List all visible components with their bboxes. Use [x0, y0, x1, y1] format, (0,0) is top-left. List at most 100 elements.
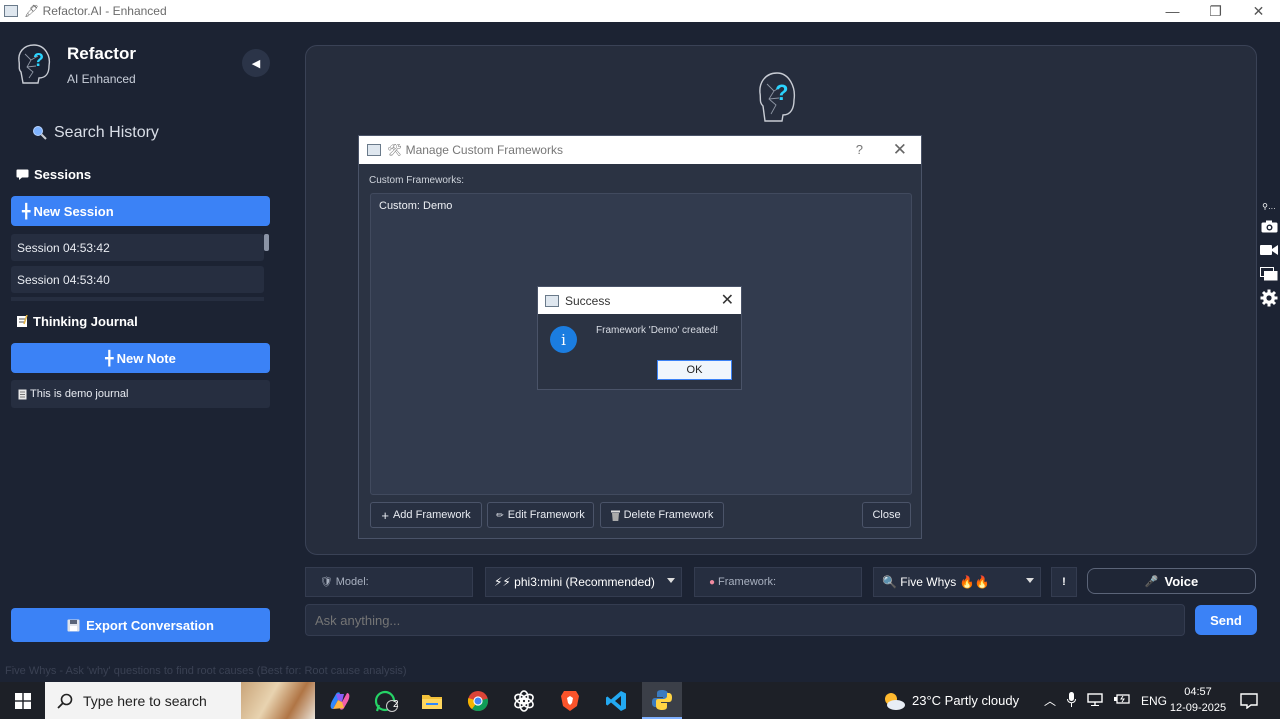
- send-button[interactable]: Send: [1195, 605, 1257, 635]
- chevron-up-icon[interactable]: ︿: [1044, 692, 1056, 709]
- plus-icon: +: [381, 507, 389, 523]
- app-window-icon: [545, 294, 559, 307]
- framework-info-button[interactable]: !: [1051, 567, 1077, 597]
- windows-icon: [14, 692, 31, 709]
- voice-button[interactable]: 🎤 Voice: [1087, 568, 1256, 594]
- delete-framework-button[interactable]: Delete Framework: [600, 502, 724, 528]
- sidebar: ? Refactor AI Enhanced ◀ Search History …: [0, 22, 290, 662]
- start-button[interactable]: [0, 682, 45, 719]
- new-session-button[interactable]: ╋ New Session: [11, 196, 270, 226]
- minimize-button[interactable]: —: [1151, 0, 1194, 22]
- close-dialog-button[interactable]: Close: [862, 502, 911, 528]
- camera-icon[interactable]: [1260, 218, 1278, 234]
- brain-head-icon: ?: [759, 72, 796, 122]
- ok-button[interactable]: OK: [657, 360, 732, 380]
- framework-description: Five Whys - Ask 'why' questions to find …: [5, 665, 407, 677]
- export-label: Export Conversation: [86, 617, 214, 633]
- session-list-overflow: [11, 297, 264, 301]
- message-box-title: Success: [565, 293, 611, 308]
- file-explorer-icon[interactable]: [412, 682, 452, 719]
- weather-text: 23°C Partly cloudy: [912, 693, 1020, 708]
- model-label-box: 🛡 Model:: [305, 567, 473, 597]
- model-label: Model:: [335, 576, 369, 588]
- voice-label: Voice: [1164, 573, 1199, 589]
- session-item[interactable]: Session 04:53:42: [11, 234, 264, 261]
- brain-head-icon: ?: [18, 44, 51, 84]
- search-icon: [57, 693, 73, 709]
- edit-framework-button[interactable]: ✏ Edit Framework: [487, 502, 594, 528]
- clock[interactable]: 04:57 12-09-2025: [1168, 684, 1228, 716]
- maximize-button[interactable]: ❐: [1194, 0, 1237, 22]
- notebook-icon: [17, 315, 28, 327]
- close-window-button[interactable]: ✕: [1237, 0, 1280, 22]
- document-icon: [18, 389, 27, 399]
- session-item[interactable]: Session 04:53:40: [11, 266, 264, 293]
- search-history-label: Search History: [54, 124, 159, 141]
- sessions-scrollbar[interactable]: [264, 234, 269, 251]
- app-window-icon: [4, 5, 18, 17]
- system-tray: ︿ ENG: [1044, 682, 1167, 719]
- brand-subtitle: AI Enhanced: [67, 72, 136, 86]
- help-button[interactable]: ?: [856, 142, 863, 157]
- chrome-icon[interactable]: [458, 682, 498, 719]
- chatgpt-icon[interactable]: [504, 682, 544, 719]
- new-session-label: New Session: [33, 203, 114, 219]
- trash-icon: [610, 510, 620, 521]
- export-conversation-button[interactable]: Export Conversation: [11, 608, 270, 642]
- layers-icon[interactable]: [1260, 266, 1278, 282]
- window-title: 🖋 Refactor.AI - Enhanced: [24, 4, 167, 18]
- window-controls: — ❐ ✕: [1151, 0, 1280, 22]
- info-icon: i: [550, 326, 577, 353]
- model-select[interactable]: ⚡⚡ phi3:mini (Recommended): [485, 567, 682, 597]
- video-icon[interactable]: [1260, 242, 1278, 258]
- framework-label-box: ● Framework:: [694, 567, 862, 597]
- custom-frameworks-label: Custom Frameworks:: [369, 175, 465, 186]
- weather-widget[interactable]: 23°C Partly cloudy: [882, 682, 1019, 719]
- plus-icon: ╋: [22, 202, 31, 219]
- tool-strip: ⚲…: [1258, 202, 1280, 307]
- notifications-icon[interactable]: [1240, 682, 1258, 719]
- taskbar-search[interactable]: Type here to search: [45, 682, 315, 719]
- language-indicator[interactable]: ENG: [1141, 694, 1167, 708]
- message-box-titlebar: Success ✕: [538, 287, 741, 314]
- gear-icon[interactable]: [1260, 289, 1278, 307]
- ask-input[interactable]: [305, 604, 1185, 636]
- brave-icon[interactable]: [550, 682, 590, 719]
- clock-time: 04:57: [1184, 686, 1212, 698]
- close-icon[interactable]: ✕: [893, 140, 907, 160]
- brand-title: Refactor: [67, 44, 136, 63]
- microphone-icon[interactable]: [1067, 691, 1077, 710]
- list-item[interactable]: Custom: Demo: [379, 200, 452, 212]
- new-note-button[interactable]: ╋ New Note: [11, 343, 270, 373]
- journal-item-label: This is demo journal: [30, 388, 129, 400]
- search-history-button[interactable]: Search History: [32, 124, 159, 142]
- window-titlebar: 🖋 Refactor.AI - Enhanced — ❐ ✕: [0, 0, 1280, 22]
- python-app-icon[interactable]: [642, 682, 682, 719]
- copilot-icon[interactable]: [320, 682, 360, 719]
- collapse-sidebar-button[interactable]: ◀: [242, 49, 270, 77]
- add-framework-button[interactable]: + Add Framework: [370, 502, 482, 528]
- journal-header: Thinking Journal: [16, 314, 138, 329]
- sessions-header: Sessions: [16, 167, 91, 182]
- dialog-title: 🛠 Manage Custom Frameworks: [387, 143, 563, 157]
- close-icon[interactable]: ✕: [721, 290, 734, 310]
- chevron-down-icon: [1026, 578, 1034, 583]
- taskbar-search-placeholder: Type here to search: [83, 692, 207, 709]
- battery-icon[interactable]: [1114, 693, 1130, 708]
- link-icon[interactable]: ⚲…: [1260, 202, 1278, 211]
- chat-icon: [16, 169, 29, 180]
- journal-item[interactable]: This is demo journal: [11, 380, 270, 408]
- microphone-icon: 🎤: [1144, 575, 1159, 588]
- pencil-icon: ✏: [496, 509, 504, 520]
- whatsapp-icon[interactable]: 2: [366, 682, 406, 719]
- search-highlight-image: [241, 682, 315, 719]
- vscode-icon[interactable]: [596, 682, 636, 719]
- dialog-titlebar: 🛠 Manage Custom Frameworks ? ✕: [359, 136, 921, 164]
- taskbar: Type here to search 2 23°C Partly cloudy…: [0, 682, 1280, 719]
- edit-framework-label: Edit Framework: [507, 509, 585, 521]
- search-icon: [33, 126, 47, 140]
- journal-header-label: Thinking Journal: [33, 314, 138, 329]
- network-icon[interactable]: [1087, 692, 1103, 709]
- framework-select[interactable]: 🔍 Five Whys 🔥🔥: [873, 567, 1041, 597]
- whatsapp-badge: 2: [393, 699, 399, 710]
